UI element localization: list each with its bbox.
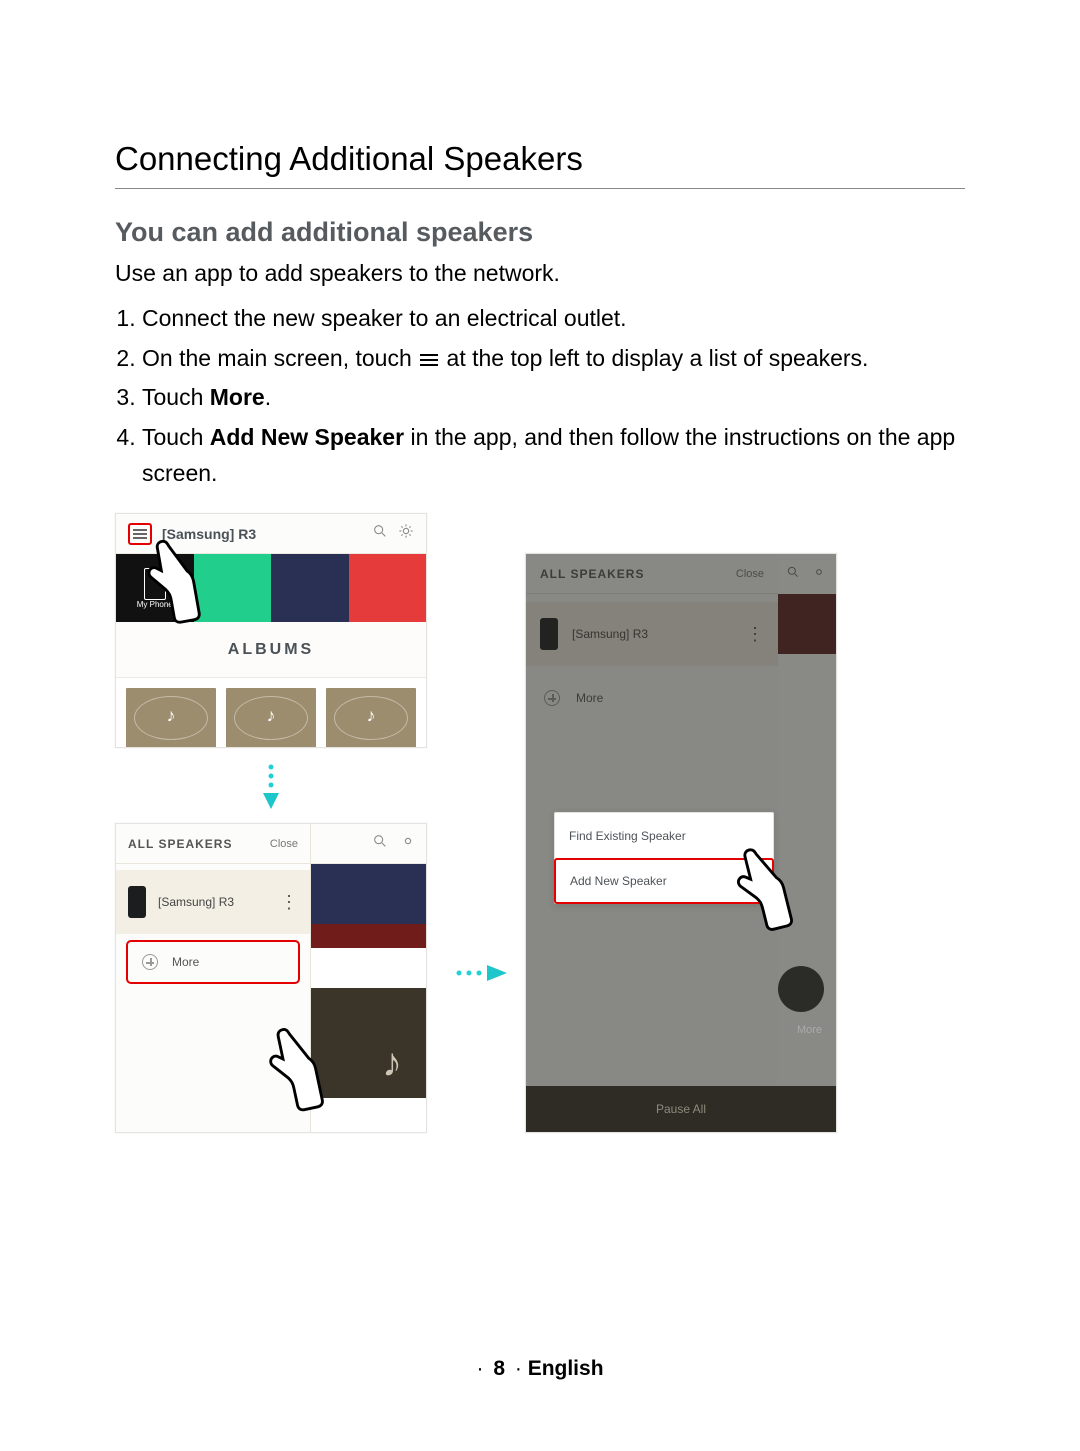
mockup-main-screen: [Samsung] R3 My Phone ALBUMS ♪ ♪ ♪ xyxy=(115,513,427,748)
m2-drawer: ALL SPEAKERS Close [Samsung] R3 ⋮ More xyxy=(116,824,311,1132)
speaker-icon xyxy=(128,886,146,918)
fab-more-label: More xyxy=(797,1024,822,1036)
close-link[interactable]: Close xyxy=(270,838,298,850)
page-number: 8 xyxy=(493,1357,505,1380)
page-subheading: You can add additional speakers xyxy=(115,217,965,248)
figures-area: [Samsung] R3 My Phone ALBUMS ♪ ♪ ♪ xyxy=(115,513,965,1153)
tile-green[interactable] xyxy=(194,554,272,622)
gear-icon[interactable] xyxy=(398,523,414,544)
more-label: More xyxy=(172,955,199,969)
step-4: Touch Add New Speaker in the app, and th… xyxy=(142,420,965,491)
m2-tile-brown: ♪ xyxy=(309,988,426,1098)
step-2-b: at the top left to display a list of spe… xyxy=(447,345,869,371)
find-existing-speaker[interactable]: Find Existing Speaker xyxy=(555,813,773,859)
step-4-bold: Add New Speaker xyxy=(210,424,404,450)
tile-phone-label: My Phone xyxy=(137,600,173,609)
hamburger-icon xyxy=(420,351,438,369)
speaker-name: [Samsung] R3 xyxy=(158,895,268,909)
album-tile[interactable]: ♪ xyxy=(326,688,416,748)
note-icon: ♪ xyxy=(382,1041,402,1086)
tile-red[interactable] xyxy=(349,554,427,622)
note-icon: ♪ xyxy=(167,706,176,727)
drawer-title: ALL SPEAKERS xyxy=(128,837,270,851)
m2-tile-navy xyxy=(309,864,426,924)
speaker-row[interactable]: [Samsung] R3 ⋮ xyxy=(116,870,310,934)
steps-list: Connect the new speaker to an electrical… xyxy=(115,301,965,491)
page-language: English xyxy=(528,1357,604,1380)
album-tile[interactable]: ♪ xyxy=(226,688,316,748)
m2-tile-darkred xyxy=(309,924,426,948)
tile-navy[interactable] xyxy=(271,554,349,622)
step-2-a: On the main screen, touch xyxy=(142,345,418,371)
note-icon: ♪ xyxy=(267,706,276,727)
m2-drawer-head: ALL SPEAKERS Close xyxy=(116,824,310,864)
page-footer: · 8 · English xyxy=(0,1357,1080,1381)
gear-icon[interactable] xyxy=(400,833,416,854)
search-icon[interactable] xyxy=(372,833,388,854)
step-2: On the main screen, touch at the top lef… xyxy=(142,341,965,377)
pause-all-bar: Pause All xyxy=(526,1086,836,1132)
search-icon[interactable] xyxy=(372,523,388,544)
m1-topbar: [Samsung] R3 xyxy=(116,514,426,554)
m2-topbar-right xyxy=(309,824,426,864)
album-tile[interactable]: ♪ xyxy=(126,688,216,748)
step-4-a: Touch xyxy=(142,424,210,450)
fab-plus-button xyxy=(778,966,824,1012)
kebab-icon[interactable]: ⋮ xyxy=(280,899,298,906)
footer-dot: · xyxy=(515,1357,522,1380)
step-3: Touch More. xyxy=(142,380,965,416)
more-button[interactable]: More xyxy=(126,940,300,984)
footer-dot: · xyxy=(476,1357,483,1380)
tile-my-phone[interactable]: My Phone xyxy=(116,554,194,622)
plus-icon xyxy=(142,954,158,970)
more-popup: Find Existing Speaker Add New Speaker xyxy=(554,812,774,904)
intro-text: Use an app to add speakers to the networ… xyxy=(115,260,965,287)
step-3-c: . xyxy=(265,384,271,410)
page-heading: Connecting Additional Speakers xyxy=(115,140,965,189)
mockup-popup: ALL SPEAKERS Close [Samsung] R3 ⋮ More M… xyxy=(525,553,837,1133)
step-3-a: Touch xyxy=(142,384,210,410)
arrow-right-icon xyxy=(455,963,511,983)
note-icon: ♪ xyxy=(367,706,376,727)
add-new-speaker[interactable]: Add New Speaker xyxy=(554,858,774,904)
phone-icon xyxy=(144,568,166,600)
hamburger-button[interactable] xyxy=(128,523,152,545)
albums-row: ♪ ♪ ♪ xyxy=(116,678,426,748)
mockup-drawer-more: ♪ ALL SPEAKERS Close [Samsung] R3 ⋮ More xyxy=(115,823,427,1133)
m1-title: [Samsung] R3 xyxy=(162,526,362,542)
albums-heading: ALBUMS xyxy=(116,622,426,678)
step-3-bold: More xyxy=(210,384,265,410)
m1-tiles: My Phone xyxy=(116,554,426,622)
m2-right-col: ♪ xyxy=(309,824,426,1132)
step-1: Connect the new speaker to an electrical… xyxy=(142,301,965,337)
arrow-down-icon xyxy=(261,763,281,813)
